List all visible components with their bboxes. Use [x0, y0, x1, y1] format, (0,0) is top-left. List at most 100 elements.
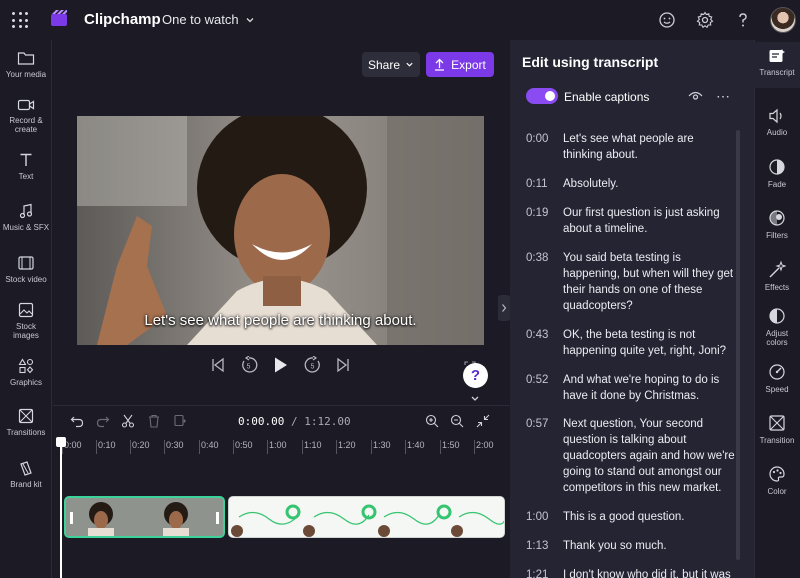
panel-collapse-handle[interactable] — [498, 295, 510, 321]
transcript-timestamp: 0:00 — [526, 133, 549, 145]
text-icon — [20, 153, 32, 166]
film-icon — [18, 256, 34, 270]
ruler-tick: 0:00 — [62, 440, 82, 454]
ruler-tick: 1:30 — [371, 440, 391, 454]
ruler-tick: 1:50 — [440, 440, 460, 454]
help-button[interactable]: ? — [463, 363, 488, 388]
sidebar-label: Filters — [766, 231, 788, 240]
video-clip[interactable] — [228, 496, 505, 538]
project-name-dropdown[interactable]: One to watch — [162, 12, 255, 27]
clip-thumbnails-image — [229, 497, 504, 537]
skip-to-end-icon[interactable] — [336, 356, 350, 374]
ruler-tick: 0:10 — [96, 440, 116, 454]
sidebar-item-music-sfx[interactable]: Music & SFX — [0, 203, 52, 232]
video-frame-image — [77, 116, 484, 345]
sidebar-label: Stock images — [13, 322, 39, 340]
ruler-tick: 2:00 — [474, 440, 494, 454]
shapes-icon — [18, 358, 34, 374]
transitions-icon — [18, 408, 34, 424]
duplicate-icon[interactable] — [173, 414, 187, 428]
sidebar-item-brand-kit[interactable]: Brand kit — [0, 460, 52, 489]
sidebar-item-graphics[interactable]: Graphics — [0, 358, 52, 387]
transcript-scrollbar[interactable] — [736, 130, 740, 560]
sidebar-item-stock-images[interactable]: Stock images — [0, 302, 52, 340]
transcript-text: Thank you so much. — [563, 540, 667, 552]
more-options-icon[interactable]: ⋯ — [716, 88, 730, 105]
sidebar-item-transition[interactable]: Transition — [754, 414, 800, 445]
effects-wand-icon — [769, 261, 786, 278]
transcript-timestamp: 0:52 — [526, 374, 549, 386]
rewind-5s-icon[interactable]: 5 — [240, 356, 258, 374]
transcript-text: Next question, Your second question is t… — [563, 418, 735, 494]
help-question-icon[interactable] — [733, 10, 753, 30]
ruler-tick: 1:10 — [302, 440, 322, 454]
folder-icon — [17, 52, 35, 65]
ruler-tick: 0:50 — [233, 440, 253, 454]
sidebar-item-record-create[interactable]: Record & create — [0, 98, 52, 134]
sidebar-item-filters[interactable]: Filters — [754, 209, 800, 240]
sidebar-label: Record & create — [9, 116, 43, 134]
transition-icon — [769, 415, 785, 431]
undo-icon[interactable] — [70, 414, 84, 428]
clip-thumbnails-image — [66, 498, 223, 536]
transcript-timestamp: 1:21 — [526, 569, 549, 578]
timeline-ruler[interactable]: 0:00 0:10 0:20 0:30 0:40 0:50 1:00 1:10 … — [60, 440, 509, 462]
sidebar-item-audio[interactable]: Audio — [754, 108, 800, 137]
transcript-timestamp: 0:38 — [526, 252, 549, 264]
video-caption: Let's see what people are thinking about… — [144, 312, 417, 329]
svg-text:5: 5 — [311, 364, 315, 371]
export-button[interactable]: Export — [426, 52, 494, 77]
sidebar-item-transitions[interactable]: Transitions — [0, 408, 52, 437]
fade-icon — [769, 159, 785, 175]
fit-timeline-icon[interactable] — [476, 414, 490, 428]
forward-5s-icon[interactable]: 5 — [304, 356, 322, 374]
user-avatar[interactable] — [770, 7, 796, 33]
sidebar-item-adjust-colors[interactable]: Adjust colors — [754, 307, 800, 347]
clipchamp-logo-icon — [51, 10, 67, 26]
transcript-timestamp: 1:00 — [526, 511, 549, 523]
delete-trash-icon[interactable] — [147, 414, 161, 428]
palette-icon — [769, 466, 785, 482]
transcript-timestamp: 1:13 — [526, 540, 549, 552]
sidebar-label: Fade — [767, 180, 787, 189]
app-title: Clipchamp — [84, 11, 161, 28]
sidebar-item-text[interactable]: Text — [0, 152, 52, 181]
eye-visibility-icon[interactable] — [688, 90, 703, 102]
scissors-split-icon[interactable] — [121, 414, 135, 428]
share-button[interactable]: Share — [362, 52, 420, 77]
transcript-text: Let's see what people are thinking about… — [563, 133, 694, 161]
transcript-text: You said beta testing is happening, but … — [563, 252, 734, 312]
zoom-out-icon[interactable] — [450, 414, 464, 428]
chevron-down-icon — [406, 62, 413, 67]
zoom-in-icon[interactable] — [425, 414, 439, 428]
time-separator: / — [290, 415, 298, 428]
playhead-handle[interactable] — [56, 437, 66, 447]
sidebar-item-your-media[interactable]: Your media — [0, 50, 52, 79]
feedback-smiley-icon[interactable] — [657, 10, 677, 30]
transcript-timestamp: 0:19 — [526, 207, 549, 219]
video-preview[interactable]: Let's see what people are thinking about… — [77, 116, 484, 345]
chevron-down-icon[interactable] — [470, 395, 480, 403]
sidebar-item-effects[interactable]: Effects — [754, 261, 800, 292]
sidebar-item-transcript[interactable]: Transcript — [754, 42, 800, 88]
sidebar-label: Transition — [759, 436, 795, 445]
sidebar-item-fade[interactable]: Fade — [754, 158, 800, 189]
project-name: One to watch — [162, 12, 239, 27]
music-icon — [19, 203, 33, 219]
video-clip-selected[interactable] — [64, 496, 225, 538]
camera-icon — [17, 99, 35, 111]
app-launcher-icon[interactable] — [12, 12, 28, 28]
sidebar-item-color[interactable]: Color — [754, 465, 800, 496]
transcript-title: Edit using transcript — [522, 54, 659, 70]
play-icon[interactable] — [273, 356, 289, 374]
sidebar-label: Adjust colors — [765, 329, 789, 347]
total-time: 1:12.00 — [304, 415, 351, 428]
sidebar-item-speed[interactable]: Speed — [754, 363, 800, 394]
sidebar-item-stock-video[interactable]: Stock video — [0, 255, 52, 284]
transcript-timestamp: 0:43 — [526, 329, 549, 341]
enable-captions-toggle[interactable] — [526, 88, 558, 104]
redo-icon[interactable] — [96, 414, 110, 428]
playhead[interactable] — [60, 437, 62, 578]
skip-to-start-icon[interactable] — [211, 356, 225, 374]
settings-gear-icon[interactable] — [695, 10, 715, 30]
